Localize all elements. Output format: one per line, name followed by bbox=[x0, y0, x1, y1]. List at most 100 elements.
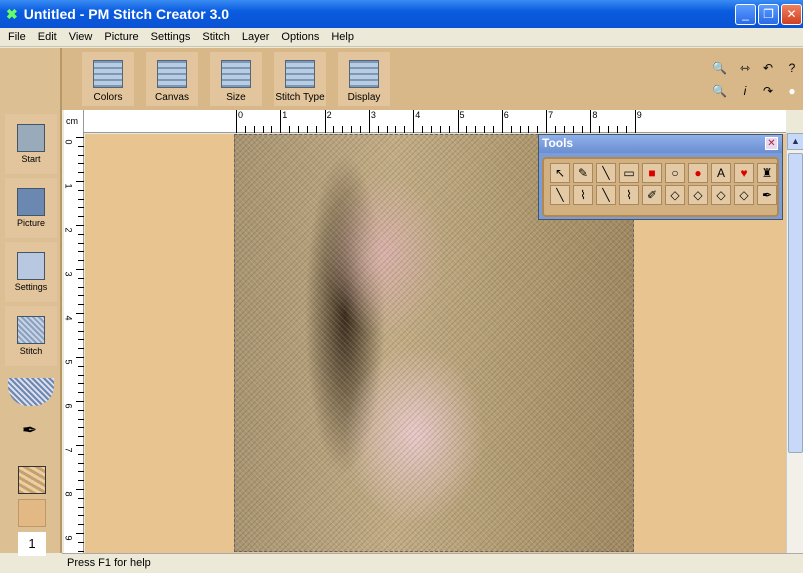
ruler-minor-tick bbox=[386, 126, 388, 133]
ruler-minor-tick bbox=[554, 126, 556, 133]
ruler-minor-tick bbox=[528, 126, 530, 133]
menu-settings[interactable]: Settings bbox=[145, 31, 197, 43]
ruler-minor-tick bbox=[78, 198, 84, 200]
tool-button[interactable]: ◇ bbox=[734, 185, 754, 205]
stitch-type-icon bbox=[285, 60, 315, 88]
tool-button[interactable]: ✐ bbox=[642, 185, 662, 205]
tool-button[interactable]: ✎ bbox=[573, 163, 593, 183]
tool-button[interactable]: ▭ bbox=[619, 163, 639, 183]
fit-icon[interactable]: ⇿ bbox=[738, 61, 752, 75]
layer-number[interactable]: 1 bbox=[18, 532, 46, 556]
ruler-minor-tick bbox=[78, 409, 84, 411]
circle-icon[interactable]: ● bbox=[785, 84, 799, 98]
menu-stitch[interactable]: Stitch bbox=[196, 31, 236, 43]
ruler-minor-tick bbox=[78, 207, 84, 209]
ruler-minor-tick bbox=[78, 330, 84, 332]
ruler-major-tick bbox=[634, 110, 636, 133]
tool-button[interactable]: ╲ bbox=[550, 185, 570, 205]
vertical-scrollbar[interactable]: ▲ bbox=[786, 133, 803, 553]
tools-grid: ↖ ✎ ╲ ▭ ■ ○ ● A ♥ ♜ ╲ ⌇ ╲ ⌇ ✐ ◇ ◇ ◇ ◇ ✒ bbox=[550, 163, 777, 205]
tool-button[interactable]: ╲ bbox=[596, 163, 616, 183]
undo-icon[interactable]: ↶ bbox=[761, 61, 775, 75]
ruler-minor-tick bbox=[78, 321, 84, 323]
tools-close-button[interactable]: ✕ bbox=[765, 137, 778, 150]
window-title: Untitled - PM Stitch Creator 3.0 bbox=[23, 6, 230, 22]
ruler-minor-tick bbox=[78, 260, 84, 262]
ruler-minor-tick bbox=[78, 304, 84, 306]
tool-button[interactable]: ⌇ bbox=[573, 185, 593, 205]
vertical-ruler: 0 1 2 3 4 5 6 7 8 9 bbox=[63, 133, 84, 570]
ruler-major-tick bbox=[76, 489, 84, 490]
size-label: Size bbox=[226, 92, 246, 103]
stitch-type-label: Stitch Type bbox=[275, 92, 325, 103]
sidebar-stitch[interactable]: Stitch bbox=[5, 306, 57, 366]
sidebar-settings[interactable]: Settings bbox=[5, 242, 57, 302]
minimize-button[interactable]: _ bbox=[735, 4, 756, 25]
menu-help[interactable]: Help bbox=[325, 31, 360, 43]
ruler-minor-tick bbox=[289, 126, 291, 133]
zoom-in-icon[interactable]: 🔍 bbox=[712, 61, 727, 75]
menu-edit[interactable]: Edit bbox=[32, 31, 63, 43]
ruler-minor-tick bbox=[78, 550, 84, 552]
ruler-minor-tick bbox=[78, 515, 84, 517]
sidebar-start-label: Start bbox=[21, 154, 41, 164]
tool-button[interactable]: ◇ bbox=[688, 185, 708, 205]
tool-button[interactable]: ○ bbox=[665, 163, 685, 183]
menu-view[interactable]: View bbox=[63, 31, 99, 43]
eyedropper-icon[interactable]: ✒ bbox=[22, 420, 37, 441]
menu-layer[interactable]: Layer bbox=[236, 31, 276, 43]
ruler-minor-tick bbox=[271, 126, 273, 133]
redo-icon[interactable]: ↷ bbox=[761, 84, 775, 98]
menu-picture[interactable]: Picture bbox=[98, 31, 144, 43]
ruler-minor-tick bbox=[430, 126, 432, 133]
ruler-major-tick bbox=[76, 137, 84, 138]
ruler-label: 7 bbox=[548, 110, 554, 120]
tool-button[interactable]: ♥ bbox=[734, 163, 754, 183]
canvas-button[interactable]: Canvas bbox=[146, 52, 198, 106]
ruler-major-tick bbox=[76, 225, 84, 226]
tool-button[interactable]: A bbox=[711, 163, 731, 183]
help-icon[interactable]: ? bbox=[785, 61, 799, 75]
ruler-label: 2 bbox=[63, 227, 74, 233]
tool-button[interactable]: ◇ bbox=[711, 185, 731, 205]
scroll-thumb[interactable] bbox=[788, 153, 803, 453]
ruler-major-tick bbox=[324, 110, 326, 133]
ruler-label: 0 bbox=[63, 139, 74, 145]
tool-button[interactable]: ↖ bbox=[550, 163, 570, 183]
stitch-type-button[interactable]: Stitch Type bbox=[274, 52, 326, 106]
scroll-up-icon[interactable]: ▲ bbox=[787, 133, 803, 150]
menu-file[interactable]: File bbox=[2, 31, 32, 43]
ruler-minor-tick bbox=[599, 126, 601, 133]
info-icon[interactable]: i bbox=[738, 84, 752, 98]
tool-button[interactable]: ╲ bbox=[596, 185, 616, 205]
tool-button[interactable]: ✒ bbox=[757, 185, 777, 205]
ruler-minor-tick bbox=[78, 436, 84, 438]
display-label: Display bbox=[347, 92, 381, 103]
display-button[interactable]: Display bbox=[338, 52, 390, 106]
drops-icon[interactable] bbox=[8, 378, 54, 406]
color-swatch[interactable] bbox=[18, 466, 46, 494]
ruler-major-tick bbox=[368, 110, 370, 133]
tool-button[interactable]: ⌇ bbox=[619, 185, 639, 205]
ruler-minor-tick bbox=[78, 453, 84, 455]
menu-options[interactable]: Options bbox=[275, 31, 325, 43]
ruler-major-tick bbox=[76, 181, 84, 182]
close-button[interactable]: ✕ bbox=[781, 4, 802, 25]
zoom-out-icon[interactable]: 🔍 bbox=[712, 84, 727, 98]
tool-button[interactable]: ◇ bbox=[665, 185, 685, 205]
tool-button[interactable]: ♜ bbox=[757, 163, 777, 183]
horizontal-ruler: 0 1 2 3 4 5 6 7 8 9 bbox=[84, 110, 786, 133]
tool-button[interactable]: ● bbox=[688, 163, 708, 183]
ruler-minor-tick bbox=[360, 126, 362, 133]
tool-button[interactable]: ■ bbox=[642, 163, 662, 183]
maximize-button[interactable]: ❐ bbox=[758, 4, 779, 25]
ruler-label: 7 bbox=[63, 447, 74, 453]
sidebar-picture[interactable]: Picture bbox=[5, 178, 57, 238]
ruler-major-tick bbox=[76, 533, 84, 534]
sidebar-start[interactable]: Start bbox=[5, 114, 57, 174]
app-icon: ✖ bbox=[6, 5, 18, 22]
ruler-label: 4 bbox=[415, 110, 421, 120]
background-swatch[interactable] bbox=[18, 499, 46, 527]
size-button[interactable]: Size bbox=[210, 52, 262, 106]
colors-button[interactable]: Colors bbox=[82, 52, 134, 106]
